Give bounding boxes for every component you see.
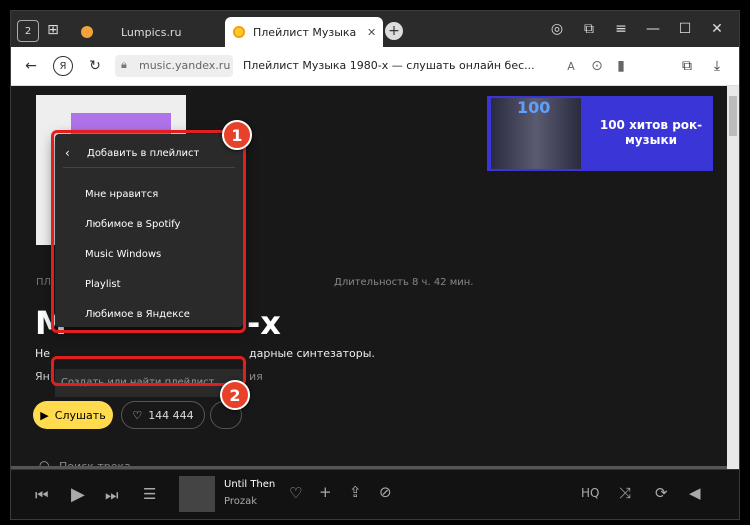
annotation-box-create (51, 356, 246, 386)
listen-label: Слушать (54, 408, 106, 422)
playlist-title-end: -х (247, 304, 281, 342)
tab-strip: 2 ⊞ Lumpics.ru Плейлист Музыка 1980-х ✕ … (11, 11, 739, 47)
play-pause-icon[interactable]: ▶ (71, 484, 85, 505)
sound-icon[interactable]: ◎ (547, 19, 567, 39)
play-icon: ▶ (40, 408, 49, 422)
banner-text: 100 хитов рок-музыки (599, 118, 703, 147)
like-button[interactable]: ♡ 144 444 (121, 401, 205, 429)
track-title[interactable]: Until Then (224, 479, 275, 490)
heart-icon: ♡ (132, 408, 143, 422)
folder-add-icon[interactable]: ⊞ (43, 20, 63, 40)
playlist-duration: Длительность 8 ч. 42 мин. (334, 277, 474, 288)
like-icon[interactable]: ♡ (289, 484, 302, 502)
scrollbar[interactable] (727, 86, 739, 469)
yandex-icon[interactable]: Я (53, 56, 73, 76)
address-host: music.yandex.ru (139, 59, 231, 72)
annotation-badge-1: 1 (222, 120, 252, 150)
close-window-icon[interactable]: ✕ (707, 19, 727, 39)
queue-icon[interactable]: ☰ (143, 485, 156, 503)
banner-badge: 100 (517, 98, 551, 117)
repeat-icon[interactable]: ⟳ (655, 484, 668, 502)
block-icon[interactable]: ⊘ (379, 483, 392, 501)
promo-banner[interactable]: 100 100 хитов рок-музыки (487, 96, 713, 171)
playlist-type-label: ПЛ (36, 277, 52, 288)
menu-icon[interactable]: ≡ (611, 19, 631, 39)
reader-icon[interactable]: ⊙ (587, 56, 607, 76)
lumpics-favicon-icon (81, 26, 93, 38)
shuffle-icon[interactable]: ⤨ (619, 484, 631, 502)
tab-lumpics[interactable]: Lumpics.ru (73, 17, 223, 47)
next-icon[interactable]: ⏭ (105, 486, 119, 504)
tab-yandex-music[interactable]: Плейлист Музыка 1980-х ✕ (225, 17, 383, 47)
bookmark-icon[interactable]: ▮ (611, 56, 631, 76)
minimize-icon[interactable]: — (643, 19, 663, 39)
maximize-icon[interactable]: ☐ (675, 19, 695, 39)
player-bar: ⏮ ▶ ⏭ ☰ Until Then Prozak ♡ + ⇪ ⊘ HQ ⤨ ⟳… (11, 469, 739, 519)
add-icon[interactable]: + (319, 483, 332, 501)
bookmarks-icon[interactable]: ⧉ (579, 19, 599, 39)
share-icon[interactable]: ⇪ (349, 483, 362, 501)
scrollbar-thumb[interactable] (729, 96, 737, 136)
annotation-badge-2: 2 (220, 380, 250, 410)
new-tab-icon[interactable]: + (385, 22, 403, 40)
collections-icon[interactable]: ⧉ (677, 56, 697, 76)
address-toolbar: ← Я ↻ 🔒︎ music.yandex.ru Плейлист Музыка… (11, 47, 739, 86)
volume-icon[interactable]: ◀ (689, 484, 701, 502)
previous-icon[interactable]: ⏮ (35, 486, 49, 504)
annotation-box-menu (51, 130, 246, 333)
playlist-author-end: ия (249, 370, 263, 383)
yandex-music-favicon-icon (233, 26, 245, 38)
reload-icon[interactable]: ↻ (85, 56, 105, 76)
listen-button[interactable]: ▶ Слушать (33, 401, 113, 429)
translate-icon[interactable]: A (561, 56, 581, 76)
address-title[interactable]: Плейлист Музыка 1980-х — слушать онлайн … (243, 59, 535, 72)
tab-label: Lumpics.ru (121, 25, 182, 39)
download-icon[interactable]: ⤓ (707, 56, 727, 76)
track-cover[interactable] (179, 476, 215, 512)
tab-label: Плейлист Музыка 1980-х (253, 25, 361, 39)
lock-icon: 🔒︎ (121, 58, 127, 71)
playlist-description: Не (35, 347, 51, 360)
close-tab-icon[interactable]: ✕ (367, 26, 376, 39)
quality-toggle[interactable]: HQ (581, 486, 599, 500)
track-artist[interactable]: Prozak (224, 496, 257, 507)
playlist-description-end: дарные синтезаторы. (249, 347, 375, 360)
back-icon[interactable]: ← (21, 56, 41, 76)
like-count: 144 444 (148, 408, 194, 422)
home-icon[interactable]: 2 (17, 20, 39, 42)
playlist-author: Ян (35, 370, 50, 383)
host-pill[interactable]: 🔒︎ music.yandex.ru (115, 55, 233, 77)
